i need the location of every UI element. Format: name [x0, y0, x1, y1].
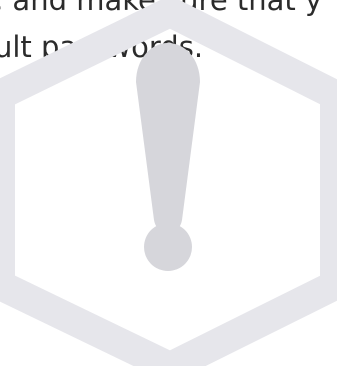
exclamation-bar: [136, 43, 200, 236]
exclamation-dot: [144, 223, 192, 271]
warning-panel: , and make sure that y ult passwords.: [0, 0, 337, 366]
warning-hexagon-icon: [0, 0, 337, 366]
